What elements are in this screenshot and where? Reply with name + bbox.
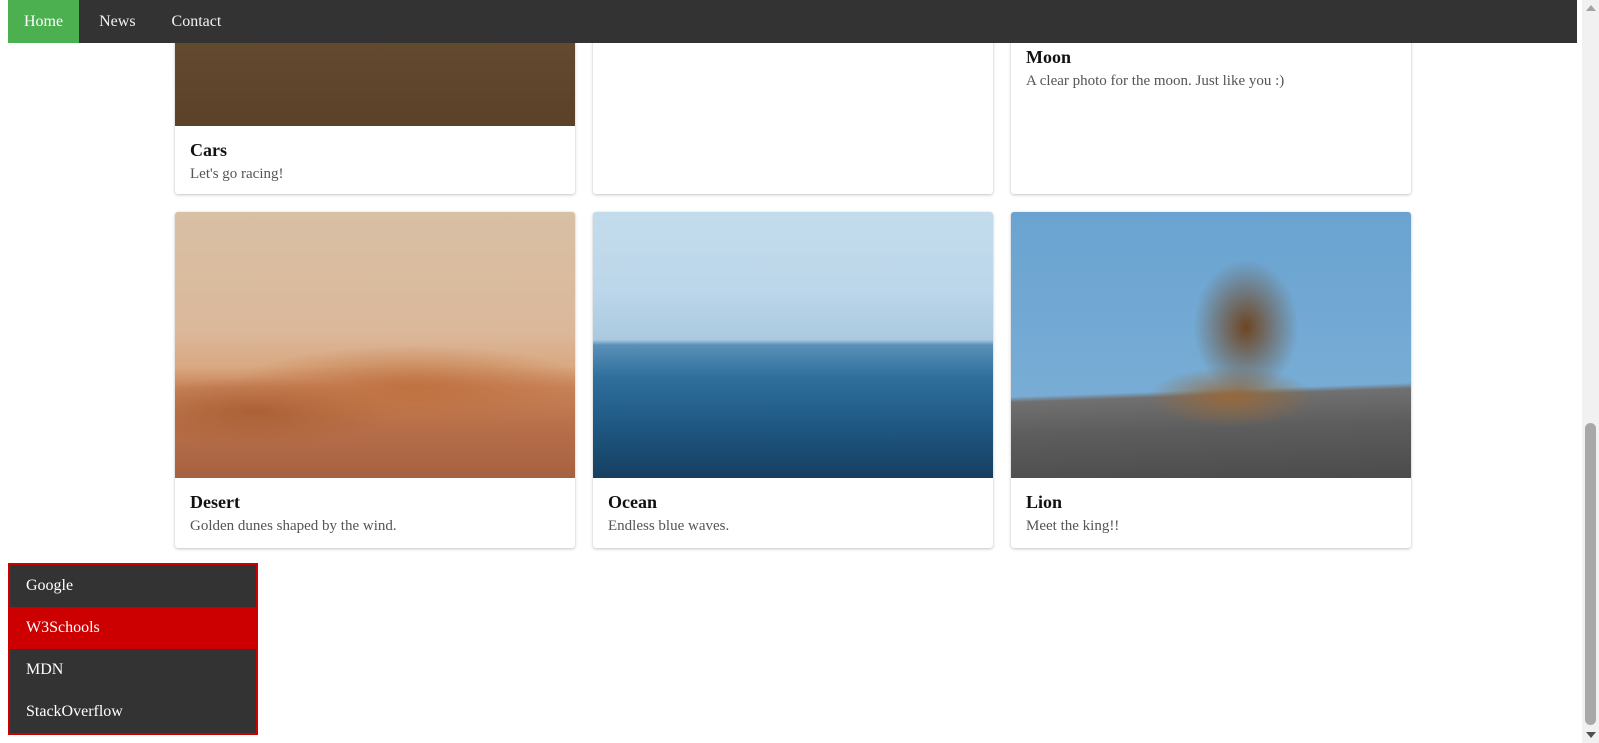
desert-image [175,212,575,478]
scroll-thumb[interactable] [1585,423,1596,725]
card-title: Desert [190,492,240,512]
card-ocean[interactable]: Ocean Endless blue waves. [593,212,993,548]
card-description: Meet the king!! [1026,518,1120,534]
lion-image [1011,212,1411,478]
card-title: Moon [1026,47,1071,67]
menu-item-google[interactable]: Google [10,565,256,607]
card-title: Lion [1026,492,1063,512]
top-nav: Home News Contact [8,0,1577,43]
card-desert[interactable]: Desert Golden dunes shaped by the wind. [175,212,575,548]
nav-news-link[interactable]: News [83,0,151,43]
menu-item-stackoverflow[interactable]: StackOverflow [10,691,256,733]
card-description: Golden dunes shaped by the wind. [190,518,397,534]
card-description: Endless blue waves. [608,518,730,534]
page: Home News Contact Cars Let's go racing! … [0,0,1599,743]
card-description: A clear photo for the moon. Just like yo… [1026,73,1285,89]
card-description: Let's go racing! [190,166,284,182]
menu-item-w3schools[interactable]: W3Schools [10,607,256,649]
card-lion[interactable]: Lion Meet the king!! [1011,212,1411,548]
ocean-image [593,212,993,478]
nav-contact-link[interactable]: Contact [156,0,238,43]
scroll-down-arrow-icon[interactable] [1586,732,1596,738]
scroll-up-arrow-icon[interactable] [1586,5,1596,11]
vertical-scrollbar[interactable] [1582,0,1599,743]
menu-item-mdn[interactable]: MDN [10,649,256,691]
nav-home-link[interactable]: Home [8,0,80,43]
link-menu: Google W3Schools MDN StackOverflow [8,563,258,735]
card-title: Ocean [608,492,657,512]
card-title: Cars [190,140,227,160]
